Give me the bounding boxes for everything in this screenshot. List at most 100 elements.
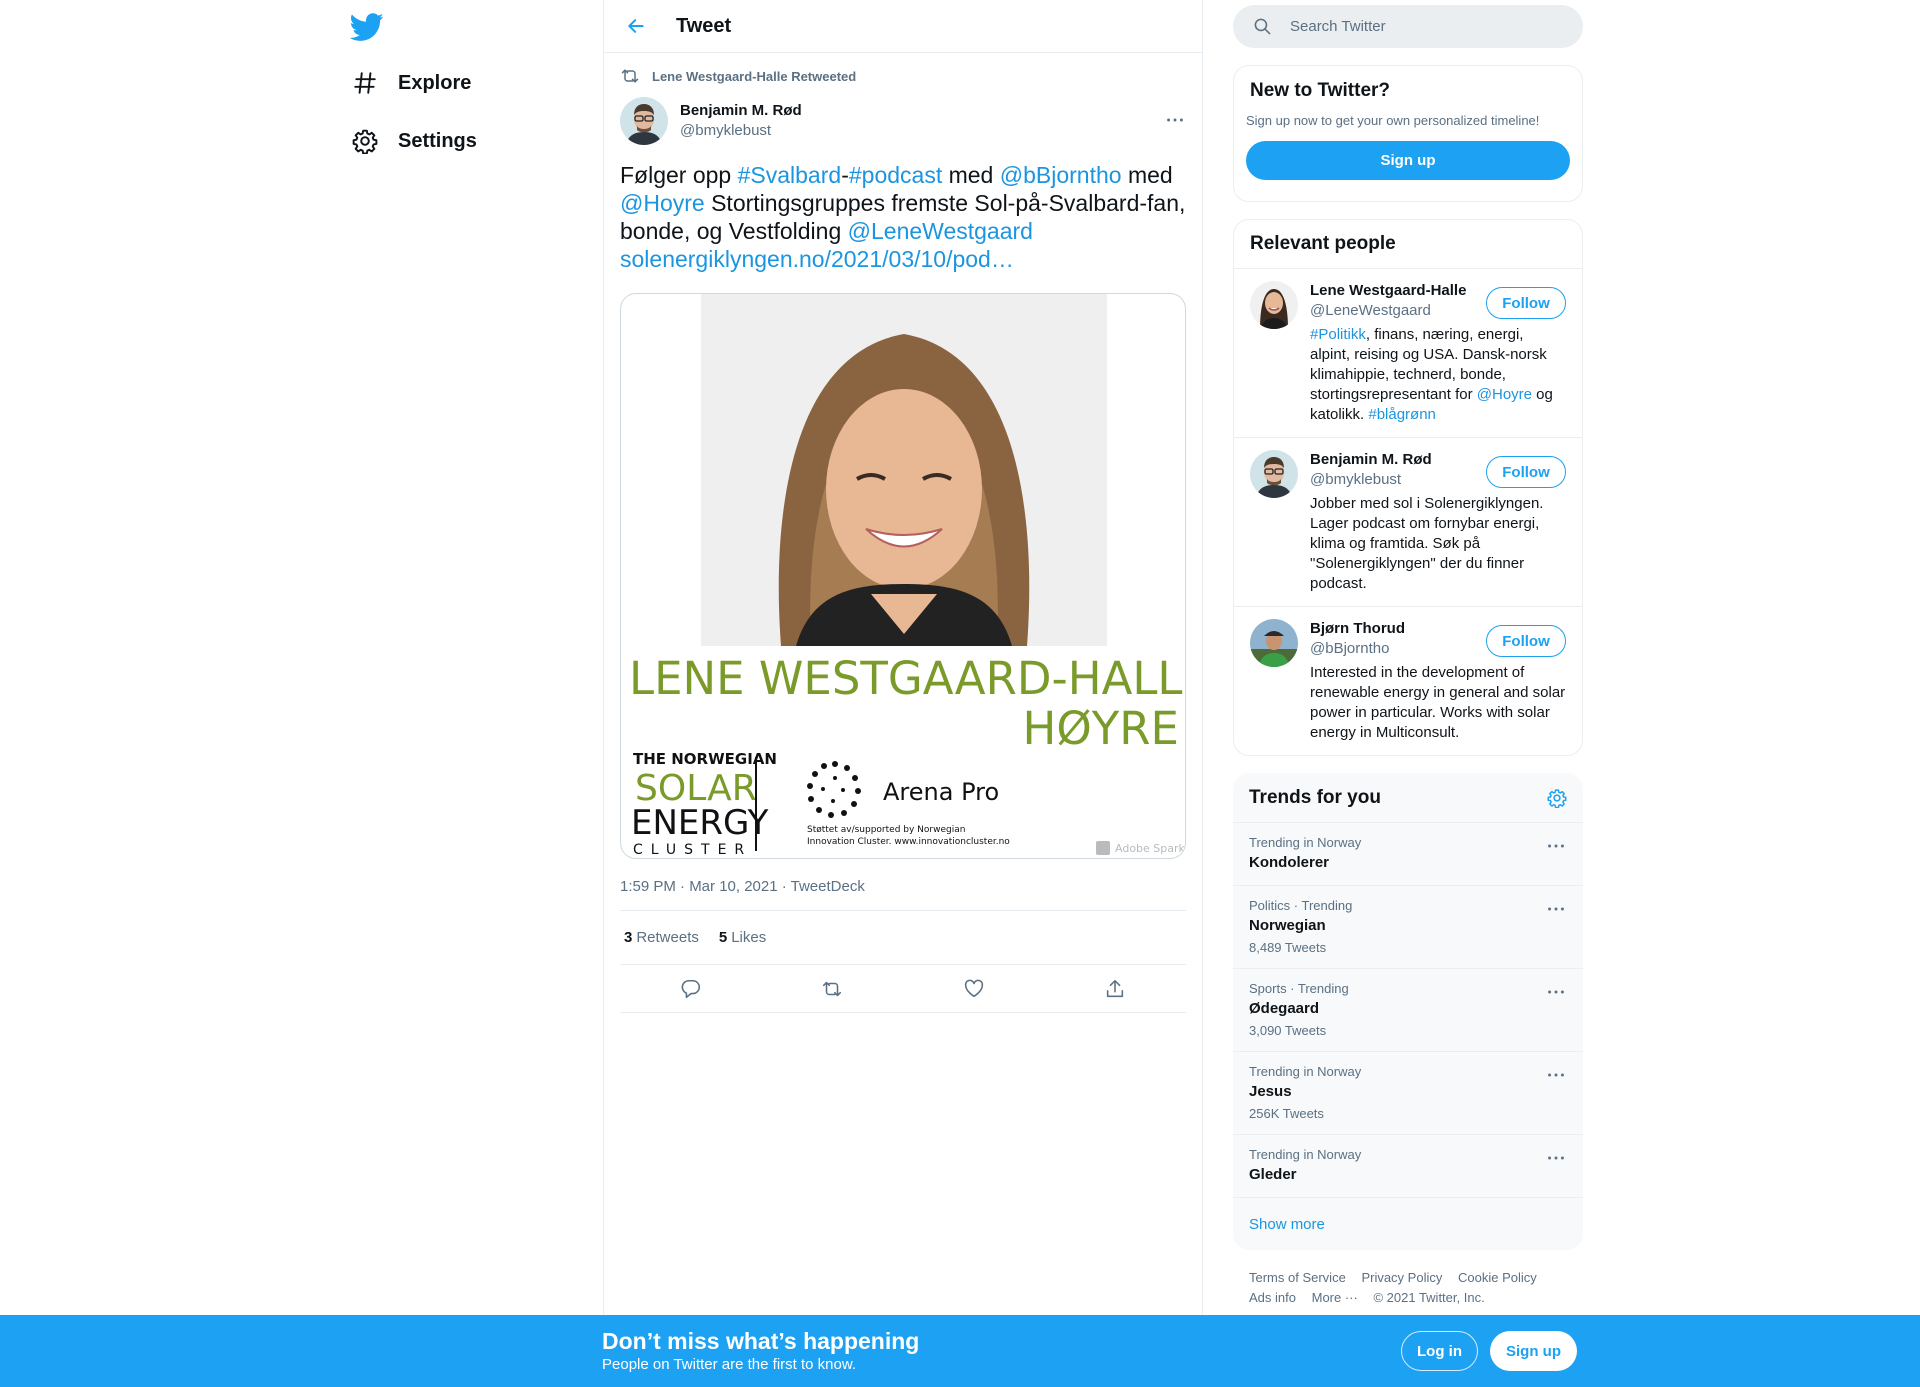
hashtag-icon (354, 72, 376, 94)
url-link[interactable]: solenergiklyngen.no/2021/03/10/pod… (620, 246, 1014, 272)
retweet-icon[interactable] (821, 978, 843, 1000)
hashtag-link[interactable]: #podcast (849, 162, 942, 188)
bottom-bar-title: Don’t miss what’s happening (602, 1328, 920, 1354)
person-bio: #Politikk, finans, næring, energi, alpin… (1310, 325, 1566, 425)
more-link[interactable]: More ··· (1312, 1290, 1358, 1305)
more-options-icon[interactable] (1545, 981, 1567, 1003)
mention-link[interactable]: @bBjorntho (1000, 162, 1122, 188)
more-options-icon[interactable] (1545, 1147, 1567, 1169)
main-header: Tweet (604, 0, 1202, 53)
cookie-link[interactable]: Cookie Policy (1458, 1270, 1537, 1285)
nav-settings[interactable]: Settings (352, 116, 477, 166)
copyright: © 2021 Twitter, Inc. (1373, 1290, 1485, 1305)
avatar[interactable] (620, 97, 668, 145)
media-cluster-line: CLUSTER (633, 842, 752, 858)
reply-icon[interactable] (680, 978, 702, 1000)
person-item[interactable]: Benjamin M. Rød @bmyklebust Jobber med s… (1234, 438, 1582, 607)
person-item[interactable]: Bjørn Thorud @bBjorntho Interested in th… (1234, 607, 1582, 755)
like-heart-icon[interactable] (963, 978, 985, 1000)
tweet-meta[interactable]: 1:59 PM · Mar 10, 2021 · TweetDeck (620, 877, 1186, 911)
twitter-bird-icon[interactable] (350, 10, 384, 44)
hashtag-link[interactable]: #Svalbard (738, 162, 842, 188)
retweet-context[interactable]: Lene Westgaard-Halle Retweeted (620, 53, 1186, 93)
trend-context: Trending in Norway (1249, 1064, 1362, 1079)
trends-card: Trends for you Trending in Norway Kondol… (1233, 773, 1583, 1250)
follow-button[interactable]: Follow (1486, 456, 1566, 488)
trend-count: 8,489 Tweets (1249, 940, 1327, 955)
tweet-author: Benjamin M. Rød @bmyklebust (620, 93, 1186, 149)
likes-label: Likes (731, 929, 767, 946)
tweet-actions (620, 965, 1186, 1013)
follow-button[interactable]: Follow (1486, 287, 1566, 319)
more-options-icon[interactable] (1545, 835, 1567, 857)
bottom-signup-bar: Don’t miss what’s happening People on Tw… (0, 1315, 1920, 1387)
more-options-icon[interactable] (1164, 109, 1186, 131)
trend-item[interactable]: Trending in Norway Kondolerer (1233, 823, 1583, 886)
media-cluster-line: ENERGY (631, 803, 769, 843)
tweet-stats: 3 Retweets 5 Likes (620, 911, 1186, 965)
media-name-line: LENE WESTGAARD-HALLE (629, 652, 1186, 705)
tweet-media-image[interactable]: LENE WESTGAARD-HALLE HØYRE THE NORWEGIAN… (620, 293, 1186, 859)
hashtag-link[interactable]: #Politikk (1310, 326, 1366, 343)
trend-context: Trending in Norway (1249, 835, 1362, 850)
privacy-link[interactable]: Privacy Policy (1361, 1270, 1442, 1285)
nav-explore[interactable]: Explore (352, 58, 471, 108)
bottom-bar-subtitle: People on Twitter are the first to know. (602, 1356, 857, 1373)
arrow-left-icon (628, 19, 644, 33)
trend-context: Trending in Norway (1249, 1147, 1362, 1162)
show-more-link[interactable]: Show more (1233, 1198, 1583, 1250)
sidebar-signup-button[interactable]: Sign up (1246, 141, 1570, 180)
gear-icon[interactable] (1547, 788, 1567, 808)
retweets-stat[interactable]: 3 Retweets (624, 929, 699, 946)
likes-stat[interactable]: 5 Likes (719, 929, 766, 946)
media-watermark: Adobe Spark (1115, 842, 1186, 855)
more-options-icon[interactable] (1545, 898, 1567, 920)
trend-name: Ødegaard (1249, 1000, 1320, 1017)
author-name[interactable]: Benjamin M. Rød (680, 101, 802, 121)
avatar[interactable] (1250, 619, 1298, 667)
main-column: Tweet Lene Westgaard-Halle Retweeted Ben… (603, 0, 1203, 1387)
retweets-count: 3 (624, 929, 633, 946)
media-arena-label: Arena Pro (883, 778, 999, 806)
trend-name: Norwegian (1249, 917, 1326, 934)
trend-name: Gleder (1249, 1166, 1297, 1183)
terms-link[interactable]: Terms of Service (1249, 1270, 1346, 1285)
ads-info-link[interactable]: Ads info (1249, 1290, 1296, 1305)
trend-item[interactable]: Sports · Trending Ødegaard 3,090 Tweets (1233, 969, 1583, 1052)
follow-button[interactable]: Follow (1486, 625, 1566, 657)
tweet-text-part: med (942, 162, 1000, 188)
relevant-people-card: Relevant people Lene Westgaard-Halle @Le… (1233, 219, 1583, 756)
tweet-text: Følger opp #Svalbard-#podcast med @bBjor… (620, 161, 1186, 273)
search-box[interactable] (1233, 5, 1583, 48)
search-input[interactable] (1290, 18, 1550, 35)
trend-name: Kondolerer (1249, 854, 1330, 871)
more-options-icon[interactable] (1545, 1064, 1567, 1086)
trend-item[interactable]: Politics · Trending Norwegian 8,489 Twee… (1233, 886, 1583, 969)
mention-link[interactable]: @Hoyre (1477, 386, 1532, 403)
signup-button[interactable]: Sign up (1490, 1331, 1577, 1371)
back-button[interactable] (618, 8, 654, 44)
nav-explore-label: Explore (398, 71, 472, 94)
login-button[interactable]: Log in (1401, 1331, 1478, 1371)
mention-link[interactable]: @Hoyre (620, 190, 705, 216)
trend-count: 3,090 Tweets (1249, 1023, 1327, 1038)
mention-link[interactable]: @LeneWestgaard (848, 218, 1033, 244)
trend-item[interactable]: Trending in Norway Jesus 256K Tweets (1233, 1052, 1583, 1135)
person-bio: Interested in the development of renewab… (1310, 664, 1566, 741)
share-icon[interactable] (1104, 978, 1126, 1000)
trend-item[interactable]: Trending in Norway Gleder (1233, 1135, 1583, 1198)
avatar[interactable] (1250, 450, 1298, 498)
page-title: Tweet (676, 14, 732, 37)
author-handle[interactable]: @bmyklebust (680, 121, 802, 141)
person-item[interactable]: Lene Westgaard-Halle @LeneWestgaard #Pol… (1234, 269, 1582, 438)
tweet-text-part: med (1121, 162, 1173, 188)
media-supported-line: Støttet av/supported by Norwegian (807, 825, 965, 835)
trend-context: Sports · Trending (1249, 981, 1349, 996)
avatar[interactable] (1250, 281, 1298, 329)
media-party-line: HØYRE (1023, 702, 1179, 755)
media-graphic: LENE WESTGAARD-HALLE HØYRE THE NORWEGIAN… (629, 294, 1186, 858)
media-supported-line: Innovation Cluster. www.innovationcluste… (807, 837, 1010, 847)
hashtag-link[interactable]: #blågrønn (1368, 406, 1436, 423)
nav-settings-label: Settings (398, 129, 477, 152)
new-to-twitter-card: New to Twitter? Sign up now to get your … (1233, 65, 1583, 202)
